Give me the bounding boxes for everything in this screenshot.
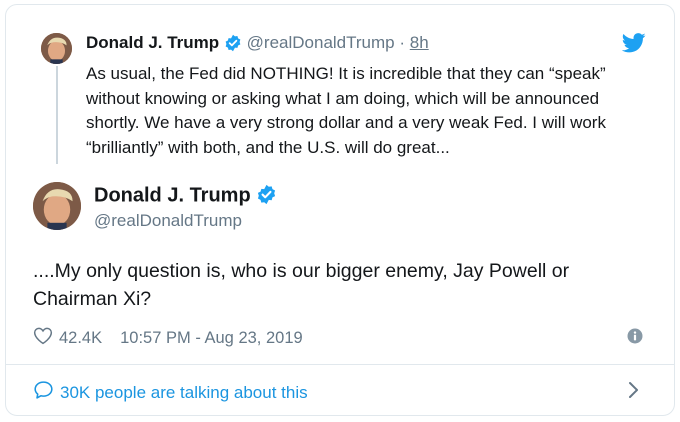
heart-icon[interactable] [33,326,53,350]
speech-bubble-icon [33,380,54,405]
like-count[interactable]: 42.4K [59,329,102,348]
footer-divider [5,364,675,365]
parent-avatar[interactable] [41,33,72,64]
chevron-right-icon[interactable] [628,381,640,404]
main-author-name[interactable]: Donald J. Trump [94,184,251,206]
parent-tweet-text: As usual, the Fed did NOTHING! It is inc… [86,64,606,157]
twitter-bird-icon[interactable] [621,33,646,58]
tweet-meta: 42.4K 10:57 PM - Aug 23, 2019 [33,326,303,350]
parent-tweet-header: Donald J. Trump @realDonaldTrump · 8h [86,33,429,54]
main-tweet-text: ....My only question is, who is our bigg… [33,260,570,310]
tweet-timestamp[interactable]: 10:57 PM - Aug 23, 2019 [120,329,303,348]
parent-handle[interactable]: @realDonaldTrump [247,33,395,52]
info-icon[interactable] [627,328,643,349]
main-handle[interactable]: @realDonaldTrump [94,211,242,231]
thread-connector-line [56,66,58,164]
parent-author-name[interactable]: Donald J. Trump [86,33,219,52]
main-avatar[interactable] [33,182,81,230]
verified-badge-icon [256,184,277,208]
parent-tweet-age[interactable]: 8h [410,33,429,52]
talking-about-link[interactable]: 30K people are talking about this [33,380,308,405]
main-author-line: Donald J. Trump [94,184,277,208]
separator-dot: · [399,33,406,52]
verified-badge-icon [224,34,242,54]
talking-label[interactable]: 30K people are talking about this [60,383,308,403]
